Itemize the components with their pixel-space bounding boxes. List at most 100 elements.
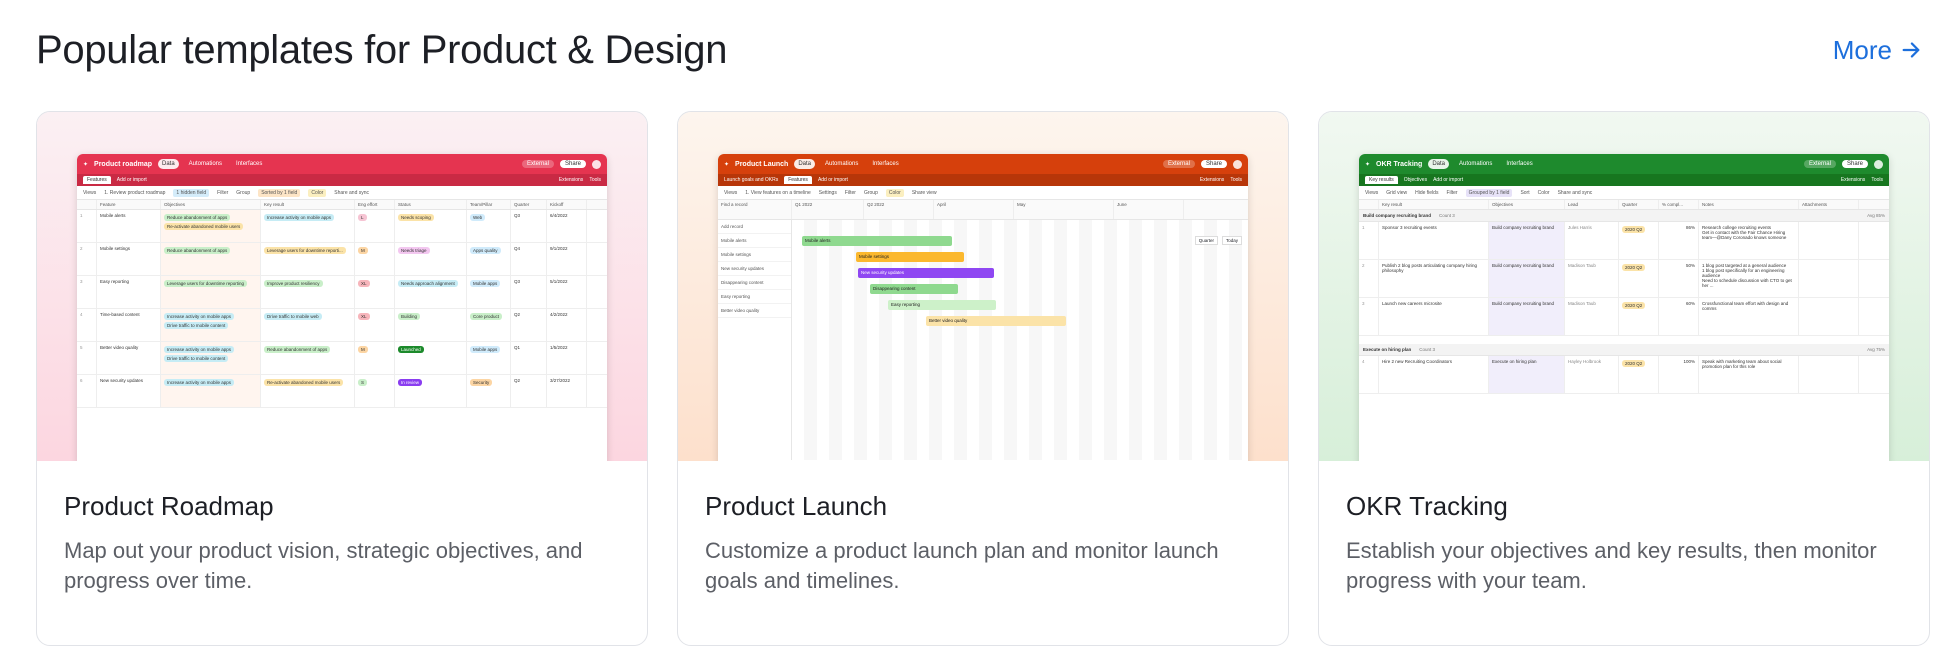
quarter-select: Quarter bbox=[1194, 236, 1218, 245]
timeline-header: Find a record Q1 2022 Q2 2022 April May … bbox=[718, 200, 1248, 220]
note-item: Crossfunctional team effort with design … bbox=[1699, 298, 1799, 335]
objective-chip: Re-activate abandoned mobile users bbox=[164, 223, 244, 230]
template-card-product-launch[interactable]: ✦ Product Launch Data Automations Interf… bbox=[677, 111, 1289, 646]
group-objective-name: Execute on hiring plan bbox=[1363, 347, 1412, 352]
card-title: Product Launch bbox=[705, 491, 888, 521]
row-number: 4 bbox=[1359, 356, 1379, 393]
external-badge: External bbox=[1803, 160, 1836, 168]
effort-chip: L bbox=[358, 214, 367, 221]
quarter-chip: 2020 Q2 bbox=[1622, 226, 1646, 233]
feature-cell: Mobile settings bbox=[97, 243, 161, 275]
col-key-result: Key result bbox=[261, 200, 355, 209]
key-result-chip: Re-activate abandoned mobile users bbox=[264, 379, 344, 386]
bar-better-video-quality: Better video quality bbox=[926, 316, 1066, 326]
group-average: Avg 85% bbox=[1867, 213, 1885, 218]
team-chip: Web bbox=[470, 214, 486, 221]
row-number: 1 bbox=[1359, 222, 1379, 259]
tb-views: Views bbox=[724, 189, 738, 196]
effort-chip: M bbox=[358, 346, 368, 353]
table-tabs: Key results Objectives Add or import Ext… bbox=[1359, 174, 1889, 186]
quarter-cell: Q3 bbox=[511, 276, 547, 308]
app-screenshot: ✦ Product Launch Data Automations Interf… bbox=[718, 154, 1248, 461]
view-toolbar: Views 1. View features on a timeline Set… bbox=[718, 186, 1248, 200]
team-chip: Core product bbox=[470, 313, 503, 320]
app-icon: ✦ bbox=[724, 161, 730, 168]
tools-tab: Tools bbox=[1871, 177, 1883, 183]
month-label: May bbox=[1014, 200, 1114, 219]
status-chip: In review bbox=[398, 379, 423, 386]
quarter-cell: Q2 bbox=[511, 375, 547, 407]
objective-chip: Reduce abandonment of apps bbox=[164, 214, 231, 221]
app-header: ✦ Product Launch Data Automations Interf… bbox=[718, 154, 1248, 174]
col-objectives: Objectives bbox=[161, 200, 261, 209]
lead-cell: Madison Taub bbox=[1565, 298, 1619, 335]
app-name: Product roadmap bbox=[94, 160, 152, 168]
kickoff-cell: 5/1/2022 bbox=[547, 276, 587, 308]
app-name: Product Launch bbox=[735, 160, 789, 168]
month-label: June bbox=[1114, 200, 1184, 219]
record-label: New security updates bbox=[718, 262, 791, 276]
app-header: ✦ Product roadmap Data Automations Inter… bbox=[77, 154, 607, 174]
tab-data: Data bbox=[794, 159, 815, 169]
card-description: Map out your product vision, strategic o… bbox=[64, 538, 583, 593]
template-preview: ✦ OKR Tracking Data Automations Interfac… bbox=[1319, 112, 1929, 461]
effort-chip: M bbox=[358, 247, 368, 254]
table-tabs: Features Add or import Extensions Tools bbox=[77, 174, 607, 186]
key-result-chip: Reduce abandonment of apps bbox=[264, 346, 331, 353]
arrow-right-icon bbox=[1902, 42, 1920, 58]
app-screenshot: ✦ Product roadmap Data Automations Inter… bbox=[77, 154, 607, 461]
tab-automations: Automations bbox=[188, 161, 223, 167]
avatar bbox=[592, 159, 601, 169]
template-card-product-roadmap[interactable]: ✦ Product roadmap Data Automations Inter… bbox=[36, 111, 648, 646]
col-status: Status bbox=[395, 200, 467, 209]
column-header: Key result Objectives Lead Quarter % com… bbox=[1359, 200, 1889, 210]
tb-color: Color bbox=[885, 188, 904, 197]
bar-disappearing-content: Disappearing content bbox=[870, 284, 958, 294]
table-tab-features: Features bbox=[83, 176, 111, 184]
group-count: Count 3 bbox=[1419, 347, 1436, 352]
col-objectives: Objectives bbox=[1489, 200, 1565, 209]
timeline-grid: Quarter Today Mobile alerts Mobile setti… bbox=[792, 220, 1248, 460]
table-row: 2 Publish 2 blog posts articulating comp… bbox=[1359, 260, 1889, 298]
add-import: Add or import bbox=[116, 177, 147, 183]
card-title: OKR Tracking bbox=[1346, 491, 1508, 521]
col-eng-effort: Eng effort bbox=[355, 200, 395, 209]
table-row: 1 Sponsor 3 recruiting events Build comp… bbox=[1359, 222, 1889, 260]
key-result-chip: Drive traffic to mobile web bbox=[264, 313, 322, 320]
app-icon: ✦ bbox=[83, 161, 89, 168]
template-preview: ✦ Product roadmap Data Automations Inter… bbox=[37, 112, 647, 461]
add-record: Add record bbox=[718, 220, 791, 234]
row-number: 2 bbox=[77, 243, 97, 275]
objective-cell: Execute on hiring plan bbox=[1489, 356, 1565, 393]
team-chip: Security bbox=[470, 379, 493, 386]
template-card-okr-tracking[interactable]: ✦ OKR Tracking Data Automations Interfac… bbox=[1318, 111, 1930, 646]
quarter-label: Q1 2022 bbox=[792, 200, 864, 219]
tb-sort: Sort bbox=[1520, 189, 1530, 196]
table-tab-features: Features bbox=[784, 176, 812, 184]
tb-views: Views bbox=[83, 189, 97, 196]
group-objective-name: Build company recruiting brand bbox=[1363, 213, 1432, 218]
bar-mobile-settings: Mobile settings bbox=[856, 252, 964, 262]
col-feature: Feature bbox=[97, 200, 161, 209]
percent-cell: 50% bbox=[1659, 260, 1699, 297]
view-toolbar: Views Grid view Hide fields Filter Group… bbox=[1359, 186, 1889, 200]
status-chip: Building bbox=[398, 313, 421, 320]
tab-automations: Automations bbox=[825, 161, 859, 167]
more-link[interactable]: More bbox=[1833, 35, 1922, 66]
bar-easy-reporting: Easy reporting bbox=[888, 300, 996, 310]
col-notes: Notes bbox=[1699, 200, 1799, 209]
quarter-chip: 2020 Q2 bbox=[1622, 264, 1646, 271]
col-team: Team/Pillar bbox=[467, 200, 511, 209]
kickoff-cell: 6/4/2022 bbox=[547, 210, 587, 242]
col-key-result: Key result bbox=[1379, 200, 1489, 209]
tab-interfaces: Interfaces bbox=[872, 161, 899, 167]
tb-filter: Filter bbox=[217, 189, 229, 196]
note-item: Speak with marketing team about social p… bbox=[1699, 356, 1799, 393]
share-button: Share bbox=[1200, 160, 1227, 168]
team-chip: Apps quality bbox=[470, 247, 501, 254]
table-row: 2 Mobile settings Reduce abandonment of … bbox=[77, 243, 607, 276]
row-number: 3 bbox=[77, 276, 97, 308]
status-chip: Needs triage bbox=[398, 247, 430, 254]
tools-tab: Tools bbox=[589, 177, 601, 183]
table-tab-objectives: Objectives bbox=[1403, 177, 1428, 183]
